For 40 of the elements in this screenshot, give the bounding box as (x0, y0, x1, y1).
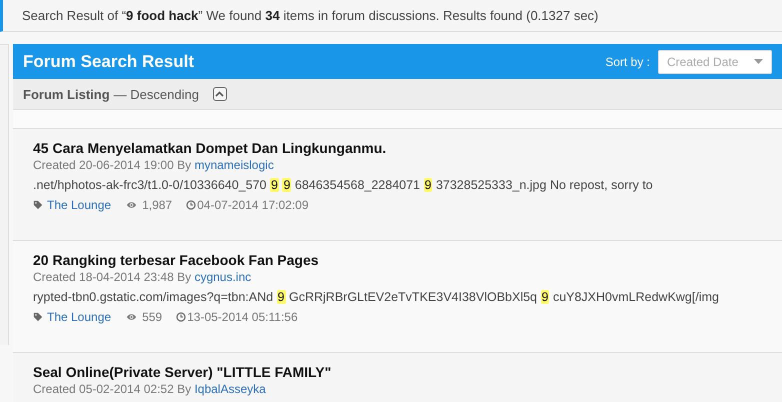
snippet-text: 37328525333_n.jpg No repost, sorry to (436, 178, 653, 192)
forum-link[interactable]: The Lounge (47, 198, 112, 212)
snippet-text: .net/hphotos-ak-frc3/t1.0-0/10336640_570 (33, 178, 267, 192)
search-summary: Search Result of “9 food hack” We found 34 items in forum discussions. Results found (0.1327 sec) (22, 8, 598, 23)
clock-icon (176, 312, 186, 322)
keyword-highlight: 9 (270, 178, 279, 192)
tag-icon (33, 312, 43, 322)
chevron-up-icon (215, 91, 224, 97)
clock-icon (186, 200, 196, 210)
author-link[interactable]: mynameislogic (194, 158, 274, 172)
listing-order: — Descending (114, 86, 199, 102)
keyword-highlight: 9 (424, 178, 432, 192)
view-count: 559 (142, 310, 162, 324)
keyword-highlight: 9 (276, 290, 286, 304)
snippet-text: rypted-tbn0.gstatic.com/images?q=tbn:ANd (33, 290, 274, 304)
forum-link[interactable]: The Lounge (47, 310, 112, 324)
keyword-highlight: 9 (282, 178, 292, 192)
created-info: Created 20-06-2014 19:00 By (33, 158, 192, 172)
tag-icon (33, 200, 43, 210)
last-updated: 13-05-2014 05:11:56 (187, 310, 298, 324)
collapse-button[interactable] (212, 87, 227, 101)
panel-title: Forum Search Result (23, 52, 194, 72)
keyword-highlight: 9 (540, 290, 550, 304)
result-title[interactable]: 45 Cara Menyelamatkan Dompet Dan Lingkunganmu. (33, 140, 386, 156)
result-title[interactable]: Seal Online(Private Server) "LITTLE FAMILY" (33, 364, 332, 380)
created-info: Created 05-02-2014 02:52 By (33, 382, 192, 396)
last-updated: 04-07-2014 17:02:09 (197, 198, 309, 212)
snippet-text: cuY8JXH0vmLRedwKwg[/img (552, 290, 719, 304)
created-info: Created 18-04-2014 23:48 By (33, 270, 192, 284)
result-title[interactable]: 20 Rangking terbesar Facebook Fan Pages (33, 252, 319, 268)
sort-label: Sort by : (605, 54, 650, 68)
snippet-text: 6846354568_2284071 (294, 178, 420, 192)
listing-label: Forum Listing (23, 86, 110, 102)
view-count: 1,987 (142, 198, 172, 212)
snippet-text: GcRRjRBrGLtEV2eTvTKE3V4I38VlOBbXl5q (288, 290, 538, 304)
eye-icon (125, 200, 138, 210)
caret-icon (754, 59, 763, 64)
author-link[interactable]: cygnus.inc (194, 270, 252, 284)
author-link[interactable]: IqbalAsseyka (194, 382, 266, 396)
eye-icon (125, 312, 138, 322)
